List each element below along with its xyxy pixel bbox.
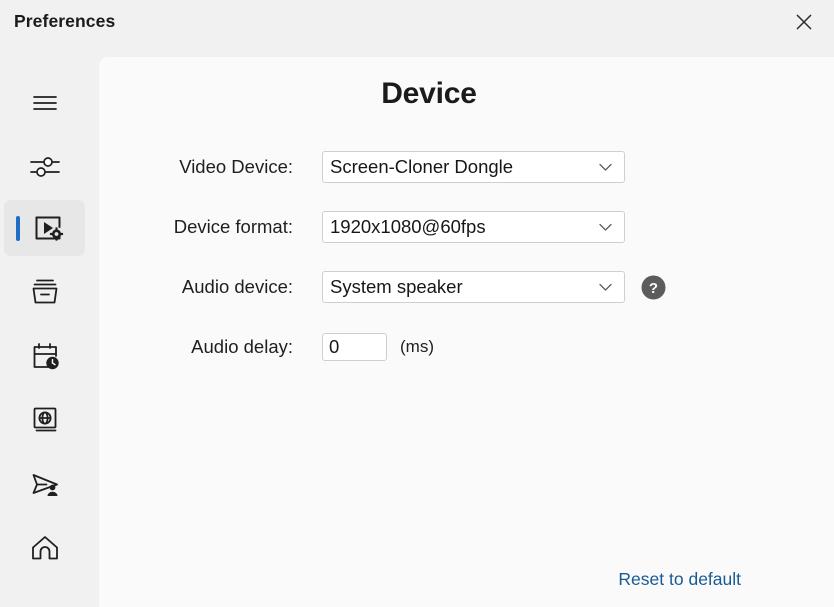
sidebar-item-capture[interactable] — [4, 264, 85, 320]
video-settings-icon — [28, 208, 68, 248]
close-icon — [795, 13, 813, 31]
device-format-value: 1920x1080@60fps — [330, 216, 486, 237]
sidebar-item-network[interactable] — [4, 392, 85, 448]
globe-book-icon — [25, 400, 65, 440]
sidebar-item-schedule[interactable] — [4, 328, 85, 384]
paper-plane-user-icon — [25, 464, 65, 504]
row-device-format: Device format: 1920x1080@60fps — [99, 210, 759, 244]
settings-panel: Device Video Device: Screen-Cloner Dongl… — [99, 57, 834, 607]
sidebar-rail — [0, 57, 99, 607]
audio-device-dropdown[interactable]: System speaker — [322, 271, 625, 303]
preferences-window: Preferences Device Video Device: Screen-… — [0, 0, 834, 607]
label-device-format: Device format: — [173, 216, 293, 237]
audio-device-value: System speaker — [330, 276, 463, 297]
chevron-down-icon — [590, 223, 624, 232]
help-circle-icon[interactable]: ? — [641, 275, 666, 300]
hamburger-menu-icon — [25, 83, 65, 123]
archive-box-icon — [25, 272, 65, 312]
label-audio-delay: Audio delay: — [191, 336, 293, 357]
title-bar: Preferences — [0, 0, 834, 57]
svg-text:?: ? — [649, 280, 658, 297]
video-device-value: Screen-Cloner Dongle — [330, 156, 514, 177]
label-audio-device: Audio device: — [181, 276, 293, 297]
sidebar-item-menu[interactable] — [4, 75, 85, 131]
audio-delay-input[interactable] — [322, 333, 387, 361]
page-title: Device — [381, 77, 477, 110]
row-audio-delay: Audio delay: (ms) — [99, 330, 759, 364]
reset-to-default-link[interactable]: Reset to default — [618, 569, 741, 590]
label-video-device: Video Device: — [179, 156, 293, 177]
calendar-clock-icon — [25, 336, 65, 376]
close-button[interactable] — [778, 0, 830, 44]
sliders-icon — [25, 147, 65, 187]
chevron-down-icon — [590, 283, 624, 292]
sidebar-item-general[interactable] — [4, 139, 85, 195]
row-audio-device: Audio device: System speaker ? — [99, 270, 759, 304]
audio-delay-unit: (ms) — [400, 337, 434, 356]
device-format-dropdown[interactable]: 1920x1080@60fps — [322, 211, 625, 243]
row-video-device: Video Device: Screen-Cloner Dongle — [99, 150, 759, 184]
sidebar-item-device[interactable] — [4, 200, 85, 256]
chevron-down-icon — [590, 163, 624, 172]
sidebar-item-stream[interactable] — [4, 456, 85, 512]
home-icon — [25, 528, 65, 568]
video-device-dropdown[interactable]: Screen-Cloner Dongle — [322, 151, 625, 183]
window-title: Preferences — [14, 11, 116, 31]
sidebar-item-home[interactable] — [4, 520, 85, 576]
selection-indicator — [16, 216, 20, 241]
